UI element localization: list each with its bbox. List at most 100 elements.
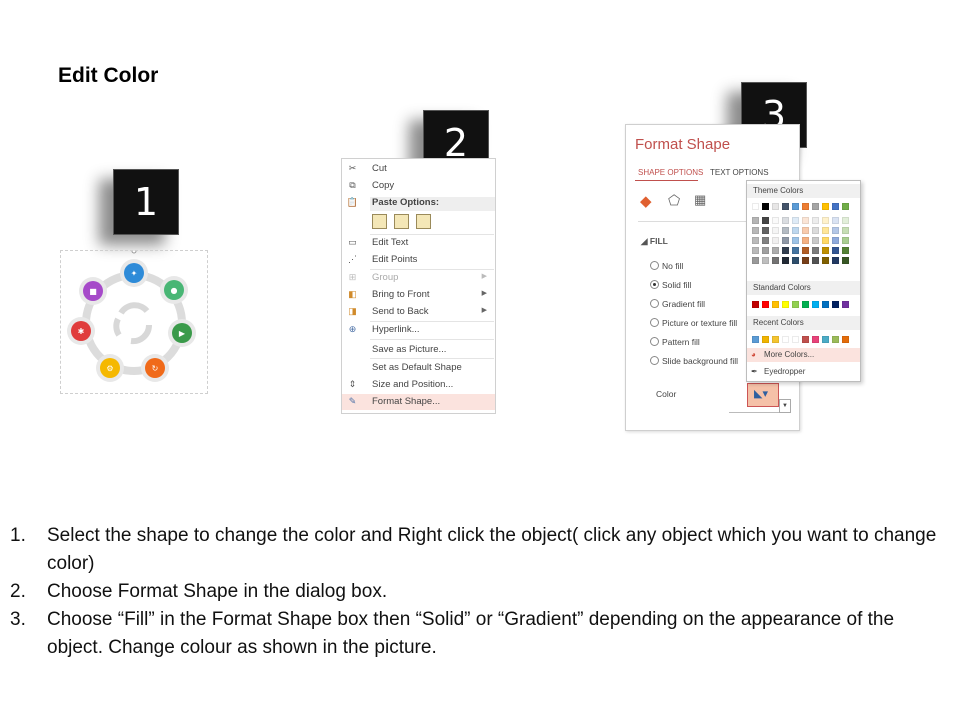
color-swatch[interactable] [792, 247, 799, 254]
color-swatch[interactable] [832, 336, 839, 343]
color-swatch[interactable] [822, 227, 829, 234]
color-swatch[interactable] [772, 237, 779, 244]
radio-pattern-fill[interactable]: Pattern fill [650, 337, 700, 349]
paste-keep-source-icon[interactable] [372, 214, 387, 229]
color-swatch[interactable] [772, 247, 779, 254]
color-swatch[interactable] [832, 203, 839, 210]
color-swatch[interactable] [832, 217, 839, 224]
color-swatch[interactable] [752, 203, 759, 210]
size-properties-icon[interactable]: ▦ [694, 192, 706, 208]
color-swatch[interactable] [812, 237, 819, 244]
menu-item-bring-to-front[interactable]: ◧ Bring to Front ▶ [342, 287, 495, 303]
radio-slide-background-fill[interactable]: Slide background fill [650, 356, 738, 368]
color-swatch[interactable] [792, 203, 799, 210]
color-swatch[interactable] [752, 336, 759, 343]
color-swatch[interactable] [812, 257, 819, 264]
color-swatch[interactable] [822, 257, 829, 264]
menu-item-save-as-picture[interactable]: Save as Picture... [342, 342, 495, 358]
color-swatch[interactable] [762, 237, 769, 244]
color-swatch[interactable] [772, 336, 779, 343]
menu-item-edit-text[interactable]: ▭ Edit Text [342, 235, 495, 251]
color-swatch[interactable] [792, 227, 799, 234]
color-swatch[interactable] [842, 301, 849, 308]
color-swatch[interactable] [802, 217, 809, 224]
color-swatch[interactable] [792, 301, 799, 308]
color-swatch[interactable] [792, 257, 799, 264]
color-swatch[interactable] [822, 336, 829, 343]
color-swatch[interactable] [802, 301, 809, 308]
color-swatch[interactable] [792, 336, 799, 343]
color-swatch[interactable] [822, 247, 829, 254]
color-swatch[interactable] [842, 257, 849, 264]
color-swatch[interactable] [842, 203, 849, 210]
color-swatch[interactable] [812, 336, 819, 343]
color-swatch[interactable] [782, 301, 789, 308]
color-swatch[interactable] [832, 301, 839, 308]
color-swatch[interactable] [802, 203, 809, 210]
color-swatch[interactable] [762, 203, 769, 210]
color-swatch[interactable] [842, 247, 849, 254]
color-swatch[interactable] [752, 227, 759, 234]
color-swatch[interactable] [762, 257, 769, 264]
color-swatch[interactable] [762, 217, 769, 224]
more-colors-item[interactable]: ◕ More Colors... [747, 348, 860, 362]
color-swatch[interactable] [762, 336, 769, 343]
paste-merge-icon[interactable] [394, 214, 409, 229]
color-swatch[interactable] [802, 257, 809, 264]
fill-color-button[interactable]: ◣▾ [747, 383, 779, 407]
color-swatch[interactable] [792, 217, 799, 224]
color-swatch[interactable] [752, 217, 759, 224]
color-swatch[interactable] [802, 247, 809, 254]
color-swatch[interactable] [782, 227, 789, 234]
menu-item-edit-points[interactable]: ⋰ Edit Points [342, 252, 495, 268]
cycle-diagram[interactable]: ✦ ● ▶ ↻ ⚙ ✱ ■ [60, 250, 208, 394]
color-swatch[interactable] [782, 217, 789, 224]
radio-picture-fill[interactable]: Picture or texture fill [650, 318, 737, 330]
color-swatch[interactable] [772, 301, 779, 308]
paste-picture-icon[interactable] [416, 214, 431, 229]
color-swatch[interactable] [822, 217, 829, 224]
color-swatch[interactable] [782, 237, 789, 244]
fill-line-icon[interactable]: ◆ [640, 192, 652, 210]
color-swatch[interactable] [772, 203, 779, 210]
color-swatch[interactable] [782, 257, 789, 264]
radio-no-fill[interactable]: No fill [650, 261, 683, 273]
menu-item-size-and-position[interactable]: ⇕ Size and Position... [342, 377, 495, 393]
color-swatch[interactable] [752, 247, 759, 254]
color-swatch[interactable] [832, 257, 839, 264]
color-swatch[interactable] [762, 247, 769, 254]
color-swatch[interactable] [832, 227, 839, 234]
fill-section-header[interactable]: ◢ FILL [641, 236, 668, 247]
color-swatch[interactable] [772, 227, 779, 234]
menu-item-copy[interactable]: ⧉ Copy [342, 178, 495, 194]
menu-item-set-default-shape[interactable]: Set as Default Shape [342, 360, 495, 376]
color-swatch[interactable] [802, 227, 809, 234]
color-swatch[interactable] [842, 217, 849, 224]
color-swatch[interactable] [832, 237, 839, 244]
color-swatch[interactable] [782, 203, 789, 210]
menu-item-hyperlink[interactable]: ⊕ Hyperlink... [342, 322, 495, 338]
color-swatch[interactable] [752, 237, 759, 244]
color-swatch[interactable] [782, 336, 789, 343]
color-swatch[interactable] [802, 237, 809, 244]
color-swatch[interactable] [842, 227, 849, 234]
color-swatch[interactable] [822, 237, 829, 244]
color-swatch[interactable] [792, 237, 799, 244]
eyedropper-item[interactable]: ✒ Eyedropper [747, 365, 860, 379]
color-swatch[interactable] [752, 257, 759, 264]
color-swatch[interactable] [832, 247, 839, 254]
color-swatch[interactable] [812, 227, 819, 234]
color-swatch[interactable] [842, 237, 849, 244]
tab-shape-options[interactable]: SHAPE OPTIONS [638, 168, 703, 177]
color-swatch[interactable] [762, 301, 769, 308]
color-swatch[interactable] [812, 203, 819, 210]
color-swatch[interactable] [772, 217, 779, 224]
color-swatch[interactable] [812, 247, 819, 254]
menu-item-cut[interactable]: ✂ Cut [342, 161, 495, 177]
color-swatch[interactable] [822, 301, 829, 308]
color-swatch[interactable] [762, 227, 769, 234]
color-swatch[interactable] [822, 203, 829, 210]
color-swatch[interactable] [752, 301, 759, 308]
color-swatch[interactable] [802, 336, 809, 343]
color-swatch[interactable] [772, 257, 779, 264]
